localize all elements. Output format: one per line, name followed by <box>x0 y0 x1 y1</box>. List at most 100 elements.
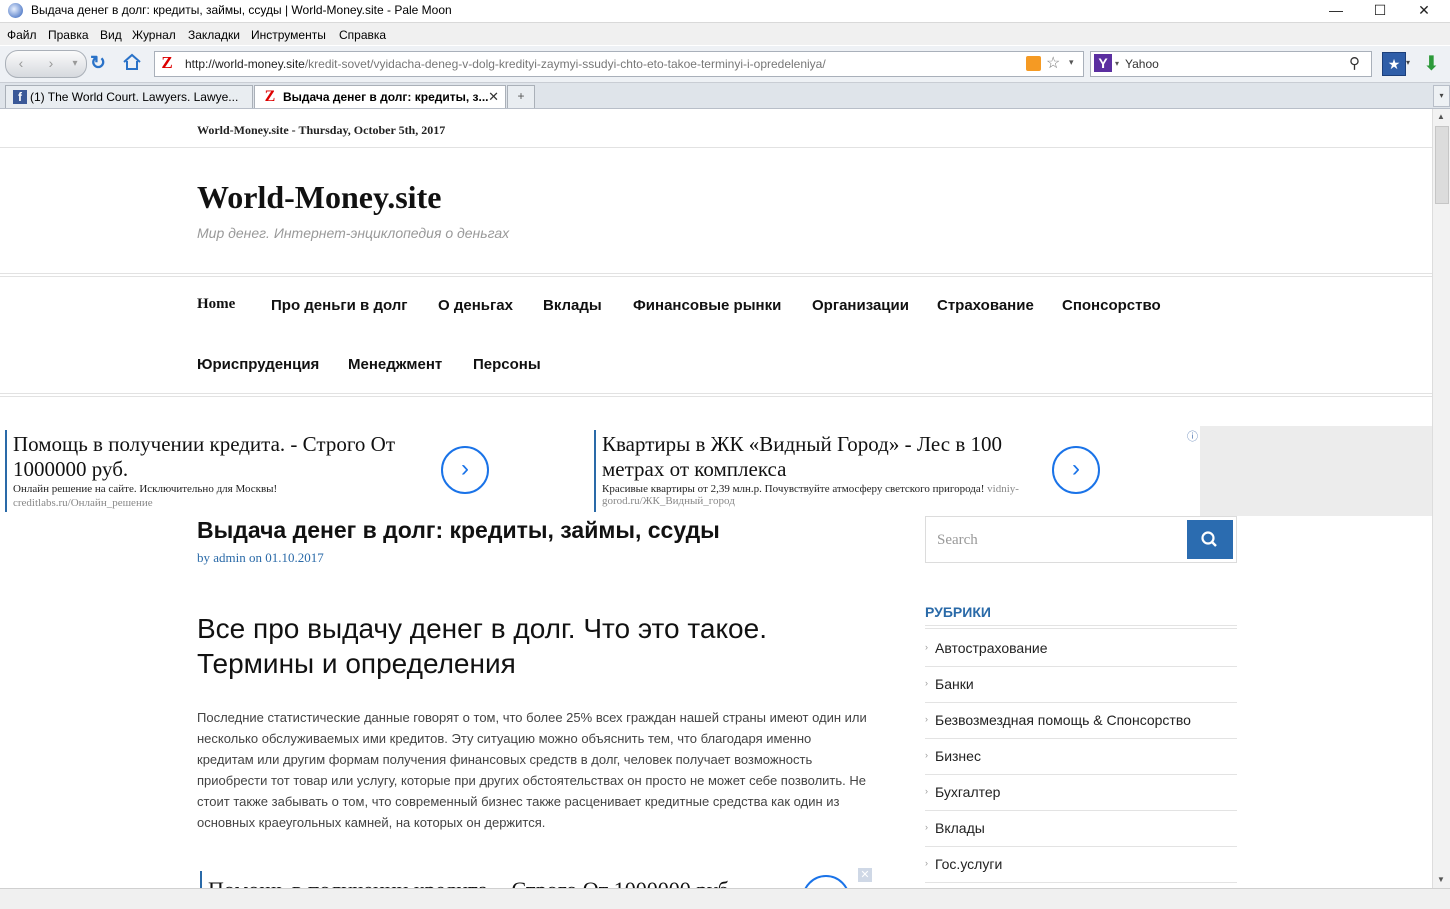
rubrics-heading: РУБРИКИ <box>925 604 991 620</box>
nav-debt-money[interactable]: Про деньги в долг <box>271 297 408 314</box>
back-button[interactable]: ‹ <box>10 53 32 75</box>
rss-feed-icon[interactable] <box>1026 56 1041 71</box>
sidebar-search-input[interactable]: Search <box>937 532 978 549</box>
web-page: World-Money.site - Thursday, October 5th… <box>0 109 1432 888</box>
ad-arrow-icon[interactable]: › <box>1052 446 1100 494</box>
scroll-down-icon[interactable]: ▼ <box>1437 875 1445 884</box>
nav-financial-markets[interactable]: Финансовые рынки <box>633 297 781 314</box>
search-widget: Search <box>925 516 1237 563</box>
menu-edit[interactable]: Правка <box>48 28 89 42</box>
search-go-icon[interactable]: ⚲ <box>1349 54 1360 72</box>
reload-icon[interactable]: ↻ <box>90 52 106 75</box>
category-item[interactable]: › Вклады <box>925 810 1237 847</box>
nav-sponsorship[interactable]: Спонсорство <box>1062 297 1161 314</box>
forward-button[interactable]: › <box>40 53 62 75</box>
tab-label: Выдача денег в долг: кредиты, з... <box>283 90 489 104</box>
ad-description: Красивые квартиры от 2,39 млн.р. Почувст… <box>602 483 1019 507</box>
article-subtitle: Все про выдачу денег в долг. Что это так… <box>197 613 767 679</box>
yahoo-engine-icon[interactable]: Y <box>1094 54 1112 72</box>
article-meta: by admin on 01.10.2017 <box>197 550 324 565</box>
status-bar <box>0 888 1450 909</box>
rubrics-divider-2 <box>925 628 1237 629</box>
chevron-right-icon: › <box>925 750 928 760</box>
url-dropdown-icon[interactable]: ▾ <box>1069 57 1074 68</box>
minimize-button[interactable]: — <box>1314 0 1358 20</box>
ad-unit-credit[interactable]: Помощь в получении кредита. - Строго От … <box>5 430 587 512</box>
inline-ad[interactable]: Помощь в получении кредита. - Строго От … <box>200 871 862 888</box>
tab-bar: f (1) The World Court. Lawyers. Lawye...… <box>0 83 1450 109</box>
menu-tools[interactable]: Инструменты <box>251 28 326 42</box>
category-item[interactable]: › Гос.услуги <box>925 846 1237 883</box>
site-favicon-icon: Z <box>158 54 176 72</box>
inline-ad-close-icon[interactable]: ✕ <box>858 868 872 882</box>
menu-bookmarks[interactable]: Закладки <box>188 28 240 42</box>
search-bar[interactable]: Y ▾ Yahoo ⚲ <box>1090 51 1372 77</box>
post-date[interactable]: 01.10.2017 <box>265 550 324 565</box>
nav-deposits[interactable]: Вклады <box>543 297 602 314</box>
vertical-scrollbar[interactable]: ▲ ▼ <box>1432 109 1450 888</box>
pale-moon-logo-icon <box>8 3 23 18</box>
category-item[interactable]: › Банки <box>925 666 1237 703</box>
nav-bottom-divider-2 <box>0 396 1432 397</box>
menu-bar: Файл Правка Вид Журнал Закладки Инструме… <box>0 23 1450 45</box>
author-link[interactable]: admin <box>213 550 246 565</box>
nav-management[interactable]: Менеджмент <box>348 356 442 373</box>
category-item[interactable]: › Безвозмездная помощь & Спонсорство <box>925 702 1237 739</box>
url-text[interactable]: http://world-money.site/kredit-sovet/vyi… <box>185 57 826 71</box>
scroll-up-icon[interactable]: ▲ <box>1437 112 1445 121</box>
date-line: World-Money.site - Thursday, October 5th… <box>197 123 446 137</box>
category-item[interactable]: › Бухгалтер <box>925 774 1237 811</box>
nav-organizations[interactable]: Организации <box>812 297 909 314</box>
header-divider <box>0 147 1432 148</box>
nav-persons[interactable]: Персоны <box>473 356 541 373</box>
ad-unit-apartments[interactable]: Квартиры в ЖК «Видный Город» - Лес в 100… <box>594 430 1196 512</box>
tab-label: (1) The World Court. Lawyers. Lawye... <box>30 90 239 104</box>
window-title: Выдача денег в долг: кредиты, займы, ссу… <box>31 3 452 17</box>
menu-view[interactable]: Вид <box>100 28 122 42</box>
engine-dropdown-icon[interactable]: ▾ <box>1115 59 1119 68</box>
tab-facebook[interactable]: f (1) The World Court. Lawyers. Lawye... <box>5 85 253 108</box>
ad-source[interactable]: creditlabs.ru/Онлайн_решение <box>13 497 153 509</box>
downloads-icon[interactable]: ⬇ <box>1423 51 1440 76</box>
search-engine-label[interactable]: Yahoo <box>1125 57 1159 71</box>
maximize-button[interactable]: ☐ <box>1358 0 1402 20</box>
ad-filler <box>1200 426 1432 516</box>
new-tab-button[interactable]: + <box>507 85 535 108</box>
nav-about-money[interactable]: О деньгах <box>438 297 513 314</box>
nav-top-divider-2 <box>0 276 1432 277</box>
menu-file[interactable]: Файл <box>7 28 37 42</box>
site-tagline: Мир денег. Интернет-энциклопедия о деньг… <box>197 225 510 241</box>
tab-world-money[interactable]: Z Выдача денег в долг: кредиты, з... ✕ <box>254 85 506 108</box>
tab-list-dropdown-icon[interactable]: ▾ <box>1433 85 1450 107</box>
nav-home[interactable]: Home <box>197 296 235 313</box>
address-bar[interactable]: Z http://world-money.site/kredit-sovet/v… <box>154 51 1084 77</box>
ad-title[interactable]: Помощь в получении кредита. - Строго От … <box>13 432 423 482</box>
z-icon: Z <box>262 89 278 105</box>
facebook-icon: f <box>13 90 27 104</box>
bookmarks-menu-icon[interactable]: ★ <box>1382 52 1406 76</box>
rubrics-divider <box>925 625 1237 626</box>
home-icon[interactable] <box>122 53 141 71</box>
bookmarks-dropdown-icon[interactable]: ▾ <box>1406 58 1410 67</box>
menu-history[interactable]: Журнал <box>132 28 176 42</box>
close-tab-icon[interactable]: ✕ <box>488 89 499 105</box>
history-dropdown-icon[interactable]: ▾ <box>64 53 86 75</box>
ad-arrow-icon[interactable]: › <box>441 446 489 494</box>
chevron-right-icon: › <box>925 678 928 688</box>
nav-insurance[interactable]: Страхование <box>937 297 1034 314</box>
inline-ad-title[interactable]: Помощь в получении кредита. - Строго От … <box>208 877 734 888</box>
menu-help[interactable]: Справка <box>339 28 386 42</box>
category-item[interactable]: › Бизнес <box>925 738 1237 775</box>
chevron-right-icon: › <box>925 822 928 832</box>
category-item[interactable]: › Автострахование <box>925 630 1237 667</box>
sidebar-search-button[interactable] <box>1187 520 1233 559</box>
nav-law[interactable]: Юриспруденция <box>197 356 319 373</box>
site-title[interactable]: World-Money.site <box>197 179 441 216</box>
ad-title[interactable]: Квартиры в ЖК «Видный Город» - Лес в 100… <box>602 432 1022 482</box>
close-button[interactable]: ✕ <box>1402 0 1446 20</box>
chevron-right-icon: › <box>925 714 928 724</box>
inline-ad-arrow-icon[interactable]: › <box>802 875 850 888</box>
search-icon <box>1201 531 1217 547</box>
scrollbar-thumb[interactable] <box>1435 126 1449 204</box>
bookmark-star-icon[interactable]: ☆ <box>1046 53 1060 73</box>
